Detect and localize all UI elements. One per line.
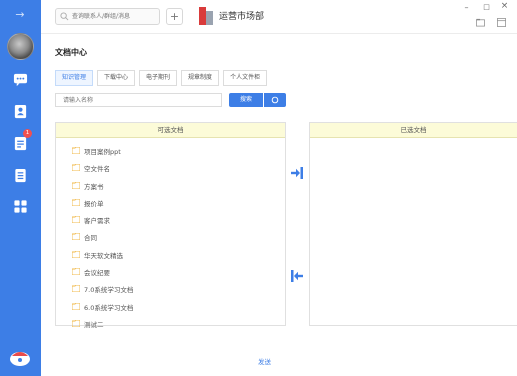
list-item-label: 华天软文精选 bbox=[84, 251, 123, 260]
list-item-label: 会议纪要 bbox=[84, 269, 110, 278]
reload-button[interactable] bbox=[264, 93, 286, 107]
notification-badge: 1 bbox=[23, 129, 32, 138]
list-item-label: 7.0系统学习文档 bbox=[84, 286, 134, 295]
send-button[interactable]: 发送 bbox=[258, 356, 271, 366]
folder-icon bbox=[72, 285, 80, 293]
tab-knowledge[interactable]: 知识管理 bbox=[55, 70, 94, 86]
minimize-button[interactable]: – bbox=[462, 3, 471, 12]
available-documents-panel: 可选文档 项目案例ppt 空文件名方案书报价单客户需求合同华天软文精选 会议纪要 7.… bbox=[55, 122, 286, 329]
list-item-label: 项目案例ppt bbox=[84, 148, 121, 156]
list-item-label: 合同 bbox=[84, 234, 97, 243]
folder-icon bbox=[72, 302, 80, 310]
top-bar: + 运营市场部 – □ × bbox=[41, 0, 517, 32]
window-icon[interactable] bbox=[497, 18, 506, 27]
folder-icon bbox=[72, 198, 80, 206]
add-button[interactable]: + bbox=[166, 8, 183, 25]
move-left-button[interactable] bbox=[290, 269, 304, 283]
approval-icon[interactable] bbox=[13, 136, 28, 151]
folder-open-icon[interactable] bbox=[476, 18, 485, 27]
move-left-icon bbox=[291, 270, 303, 282]
folder-icon bbox=[72, 216, 80, 224]
collapse-arrow-icon[interactable]: → bbox=[13, 8, 27, 22]
tab-bar: 知识管理 下载中心 电子期刊 规章制度 个人文件柜 bbox=[55, 70, 271, 86]
folder-icon bbox=[72, 181, 80, 189]
tab-personal-cabinet[interactable]: 个人文件柜 bbox=[223, 70, 268, 86]
folder-icon bbox=[72, 147, 80, 154]
list-item-label: 方案书 bbox=[84, 182, 104, 191]
folder-icon bbox=[72, 233, 80, 241]
name-filter-input[interactable] bbox=[55, 93, 222, 107]
selected-documents-header: 已选文档 bbox=[310, 123, 517, 138]
selected-documents-panel: 已选文档 bbox=[309, 122, 517, 326]
chat-icon[interactable] bbox=[13, 72, 28, 87]
search-button[interactable]: 搜索 bbox=[229, 93, 263, 107]
document-icon[interactable] bbox=[13, 168, 28, 183]
department-name: 运营市场部 bbox=[219, 12, 265, 22]
contacts-icon[interactable] bbox=[13, 104, 28, 119]
list-item-label: 报价单 bbox=[84, 199, 104, 208]
move-right-button[interactable] bbox=[290, 166, 304, 180]
folder-icon bbox=[72, 319, 80, 327]
list-item-label: 6.0系统学习文档 bbox=[84, 303, 134, 312]
left-rail: → 1 bbox=[0, 0, 41, 376]
list-item-label: 客户需求 bbox=[84, 217, 110, 226]
search-input[interactable] bbox=[72, 11, 156, 22]
avatar[interactable] bbox=[7, 33, 34, 60]
search-icon bbox=[60, 12, 69, 21]
page-title: 文档中心 bbox=[55, 48, 87, 57]
tab-journals[interactable]: 电子期刊 bbox=[139, 70, 178, 86]
list-item-label: 测试二 bbox=[84, 320, 104, 329]
folder-icon bbox=[72, 164, 80, 172]
restore-button[interactable]: □ bbox=[482, 3, 491, 11]
tab-regulations[interactable]: 规章制度 bbox=[181, 70, 220, 86]
list-item-label: 空文件名 bbox=[84, 165, 110, 174]
available-documents-header: 可选文档 bbox=[56, 123, 285, 138]
document-center: 文档中心 知识管理 下载中心 电子期刊 规章制度 个人文件柜 搜索 可选文档 项… bbox=[41, 33, 517, 376]
folder-icon bbox=[72, 268, 80, 276]
folder-icon bbox=[72, 250, 80, 258]
apps-icon[interactable] bbox=[13, 199, 28, 214]
global-search[interactable] bbox=[55, 8, 160, 25]
close-button[interactable]: × bbox=[500, 1, 509, 11]
reload-icon bbox=[271, 96, 279, 104]
move-right-icon bbox=[291, 167, 303, 179]
tab-downloads[interactable]: 下载中心 bbox=[97, 70, 136, 86]
department-icon bbox=[199, 7, 213, 25]
app-logo-icon[interactable] bbox=[8, 347, 32, 367]
